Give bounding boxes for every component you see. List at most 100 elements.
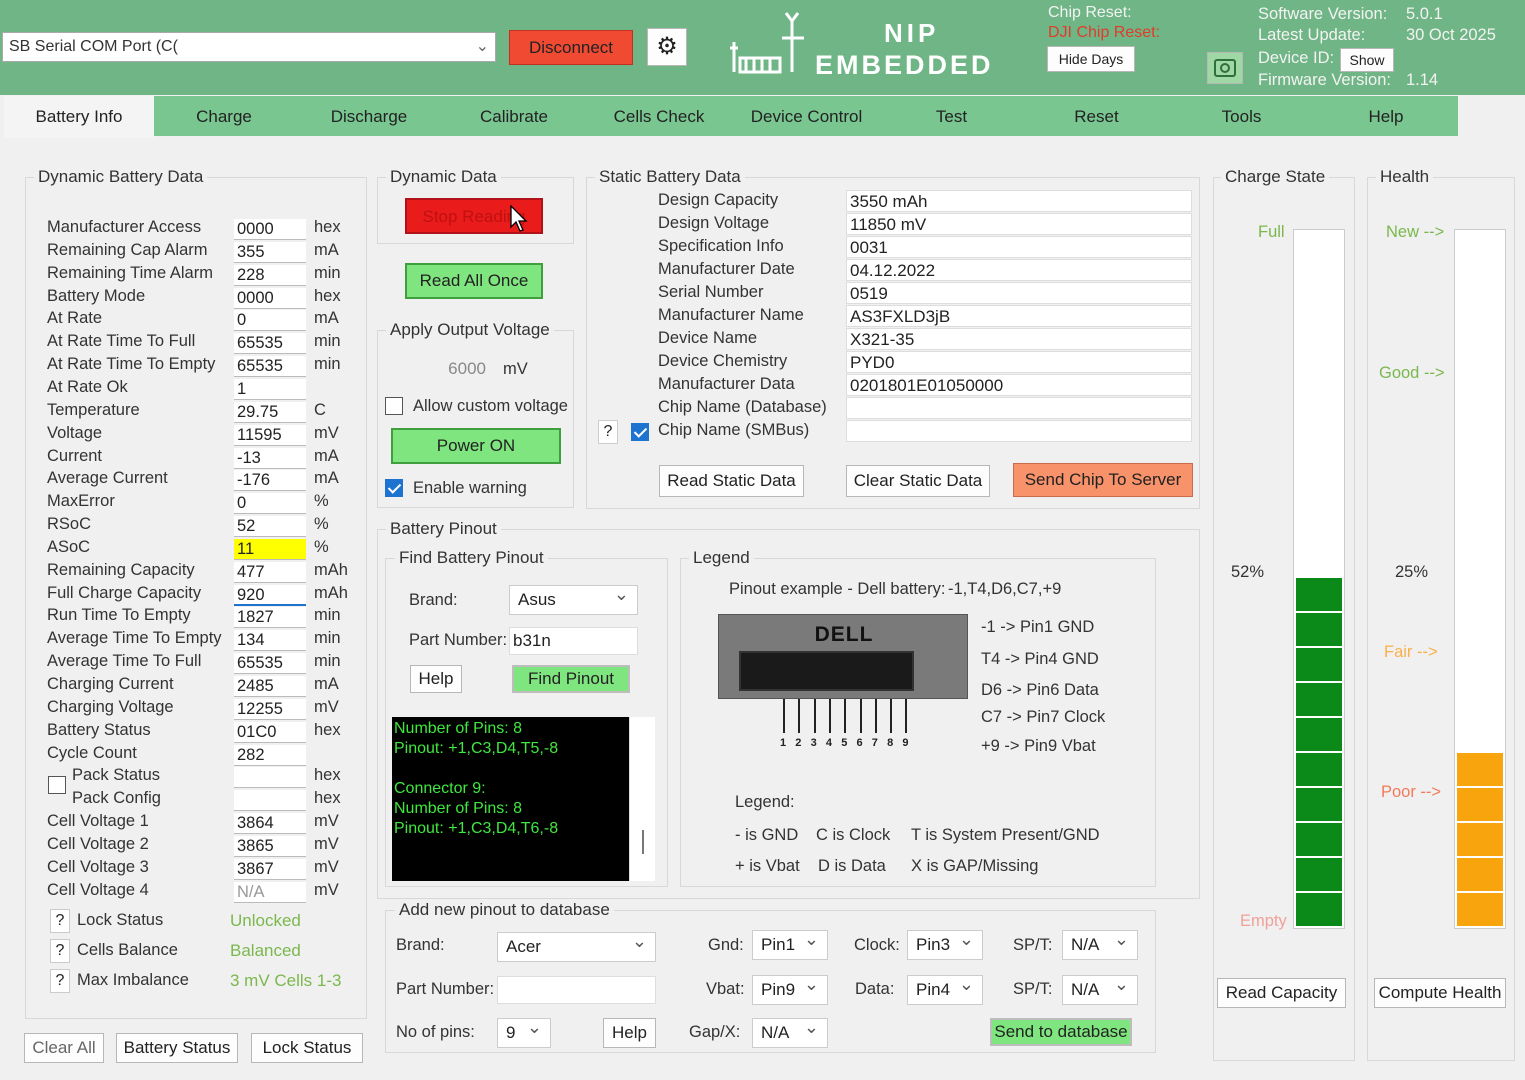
data-value: Pin4 xyxy=(916,980,951,999)
tab-discharge[interactable]: Discharge xyxy=(294,96,444,136)
dynamic-row-unit: hex xyxy=(314,789,341,808)
connector-pin xyxy=(890,699,893,733)
voltage-input[interactable]: 6000 xyxy=(432,358,490,382)
clock-select[interactable]: Pin3 xyxy=(907,925,983,960)
cells-balance-value: Balanced xyxy=(230,941,301,960)
hide-days-button[interactable]: Hide Days xyxy=(1047,46,1135,72)
send-chip-to-server-button[interactable]: Send Chip To Server xyxy=(1013,463,1193,497)
tab-tools[interactable]: Tools xyxy=(1169,96,1314,136)
battery-status-button[interactable]: Battery Status xyxy=(116,1033,238,1063)
console-scrollbar[interactable] xyxy=(629,717,655,881)
dynamic-row-unit: C xyxy=(314,400,326,419)
dynamic-row-label: At Rate Time To Empty xyxy=(47,355,216,374)
find-pinout-button[interactable]: Find Pinout xyxy=(512,665,630,693)
gear-icon[interactable]: ⚙ xyxy=(647,28,687,66)
health-level-segment xyxy=(1457,823,1503,856)
tab-calibrate[interactable]: Calibrate xyxy=(444,96,584,136)
dynamic-row-unit: min xyxy=(314,606,341,625)
spt2-select[interactable]: N/A xyxy=(1062,970,1138,1005)
static-row-value[interactable]: PYD0 xyxy=(846,351,1192,373)
static-row-value[interactable] xyxy=(846,420,1192,442)
chip-name-smbus-checkbox[interactable] xyxy=(631,423,649,441)
add-brand-select[interactable]: Acer xyxy=(497,927,656,962)
find-brand-select[interactable]: Asus xyxy=(509,580,638,615)
read-static-data-button[interactable]: Read Static Data xyxy=(659,465,804,497)
charge-level-segment xyxy=(1296,578,1342,611)
cells-balance-help[interactable]: ? xyxy=(50,939,70,963)
read-all-once-button[interactable]: Read All Once xyxy=(405,263,543,299)
add-part-input[interactable] xyxy=(497,976,656,1004)
read-capacity-button[interactable]: Read Capacity xyxy=(1217,978,1346,1008)
dynamic-row-value: 01C0 xyxy=(234,721,306,743)
allow-custom-voltage-checkbox[interactable] xyxy=(385,397,403,415)
dynamic-row-unit: min xyxy=(314,263,341,282)
tab-reset[interactable]: Reset xyxy=(1024,96,1169,136)
dynamic-row-label: ASoC xyxy=(47,537,91,556)
dell-connector-image: DELL xyxy=(718,614,968,699)
clock-label: Clock: xyxy=(854,936,900,954)
compute-health-button[interactable]: Compute Health xyxy=(1374,978,1506,1008)
spt1-select[interactable]: N/A xyxy=(1062,925,1138,960)
static-row-value[interactable]: 0201801E01050000 xyxy=(846,374,1192,396)
enable-warning-checkbox[interactable] xyxy=(385,479,403,497)
dynamic-row-unit: min xyxy=(314,355,341,374)
static-row-value[interactable]: 0031 xyxy=(846,236,1192,258)
dynamic-row-unit: mA xyxy=(314,240,339,259)
tab-test[interactable]: Test xyxy=(879,96,1024,136)
legend-system-present: T is System Present/GND xyxy=(911,826,1100,844)
charge-percent-label: 52% xyxy=(1231,563,1265,581)
com-port-select[interactable]: SB Serial COM Port (C(⌄ xyxy=(2,32,496,62)
dynamic-row-label: Voltage xyxy=(47,423,103,442)
dynamic-row-label: Full Charge Capacity xyxy=(47,583,202,602)
add-help-button[interactable]: Help xyxy=(603,1018,656,1048)
connector-pin xyxy=(905,699,908,733)
legend-gap: X is GAP/Missing xyxy=(911,857,1039,875)
sw-version-label: Software Version: xyxy=(1258,5,1388,23)
dynamic-row-value: -176 xyxy=(234,470,306,492)
find-part-input[interactable]: b31n xyxy=(509,627,638,655)
static-row-value[interactable]: 11850 mV xyxy=(846,213,1192,235)
show-device-id-button[interactable]: Show xyxy=(1340,48,1394,72)
console-line: Pinout: +1,C3,D4,T6,-8 xyxy=(394,820,559,837)
tab-battery-info[interactable]: Battery Info xyxy=(4,96,154,138)
add-brand-value: Acer xyxy=(506,937,541,956)
static-row-value[interactable]: 3550 mAh xyxy=(846,190,1192,212)
pin-number: 1 xyxy=(780,737,787,749)
app-header: SB Serial COM Port (C(⌄ Disconnect ⚙ NIP… xyxy=(0,0,1525,95)
tab-charge[interactable]: Charge xyxy=(154,96,294,136)
dynamic-row-unit: hex xyxy=(314,766,341,785)
tab-device-control[interactable]: Device Control xyxy=(734,96,879,136)
static-row-value[interactable]: 04.12.2022 xyxy=(846,259,1192,281)
camera-icon[interactable] xyxy=(1207,52,1243,84)
static-row-value[interactable]: AS3FXLD3jB xyxy=(846,305,1192,327)
static-row-value[interactable]: 0519 xyxy=(846,282,1192,304)
dynamic-row-value: 0 xyxy=(234,493,306,515)
max-imbalance-help[interactable]: ? xyxy=(50,969,70,993)
pin-number: 4 xyxy=(825,737,833,749)
static-row-value[interactable] xyxy=(846,397,1192,419)
lock-status-help[interactable]: ? xyxy=(50,909,70,933)
spt1-value: N/A xyxy=(1071,935,1100,954)
gnd-select[interactable]: Pin1 xyxy=(752,925,828,960)
dynamic-row-label: Cell Voltage 2 xyxy=(47,834,149,853)
send-to-database-button[interactable]: Send to database xyxy=(990,1018,1132,1046)
lock-status-button[interactable]: Lock Status xyxy=(251,1033,363,1063)
vbat-select[interactable]: Pin9 xyxy=(752,970,828,1005)
static-row-value[interactable]: X321-35 xyxy=(846,328,1192,350)
gap-select[interactable]: N/A xyxy=(752,1013,828,1048)
health-title: Health xyxy=(1376,167,1434,187)
dji-chip-reset-label: DJI Chip Reset: xyxy=(1048,24,1161,41)
tab-help[interactable]: Help xyxy=(1314,96,1458,136)
disconnect-button[interactable]: Disconnect xyxy=(509,30,633,65)
find-help-button[interactable]: Help xyxy=(410,665,462,693)
tab-cells-check[interactable]: Cells Check xyxy=(584,96,734,136)
data-select[interactable]: Pin4 xyxy=(907,970,983,1005)
clear-static-data-button[interactable]: Clear Static Data xyxy=(846,465,990,497)
pack-status-checkbox[interactable] xyxy=(48,776,66,794)
dynamic-row-value: 1827 xyxy=(234,607,306,629)
chip-name-help[interactable]: ? xyxy=(598,420,618,444)
clear-all-button[interactable]: Clear All xyxy=(24,1033,104,1063)
pins-count-select[interactable]: 9 xyxy=(497,1013,551,1048)
power-on-button[interactable]: Power ON xyxy=(391,428,561,464)
vbat-value: Pin9 xyxy=(761,980,796,999)
